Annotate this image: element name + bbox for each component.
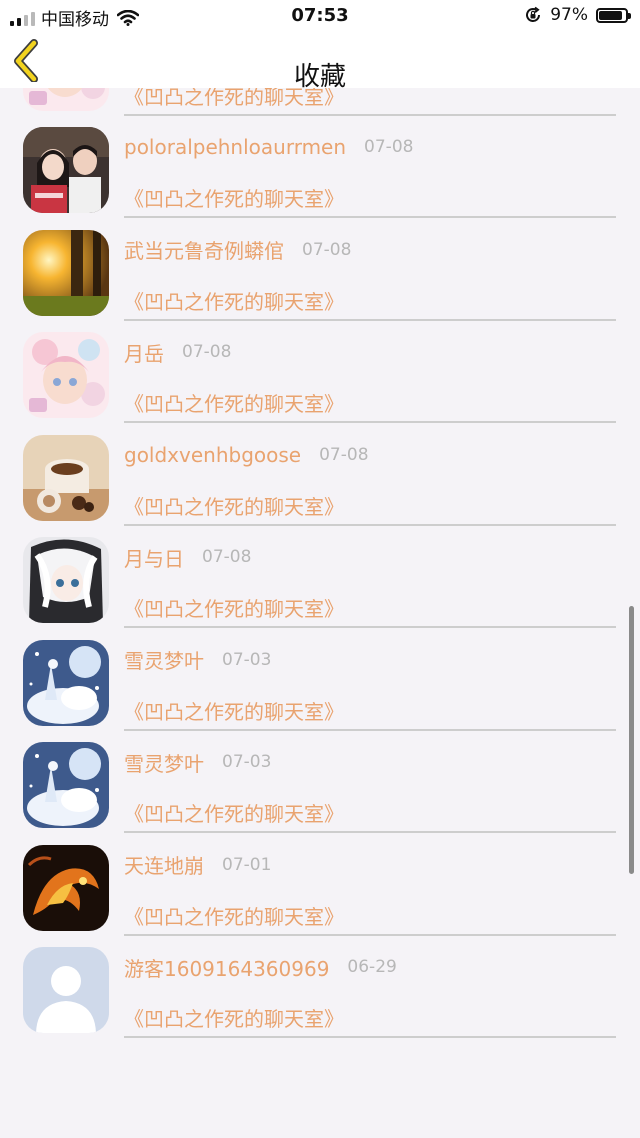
avatar[interactable] <box>23 537 109 623</box>
favorite-date: 07-08 <box>182 342 232 362</box>
favorite-date: 06-29 <box>347 957 397 977</box>
avatar[interactable] <box>23 229 109 316</box>
chat-room-link[interactable]: 《凹凸之作死的聊天室》 <box>124 696 344 725</box>
avatar[interactable] <box>23 639 109 726</box>
favorite-row[interactable]: 游客1609164360969 06-29 《凹凸之作死的聊天室》 <box>0 935 640 1038</box>
scrollbar[interactable] <box>629 606 634 874</box>
favorite-row[interactable]: 月岳 07-08 《凹凸之作死的聊天室》 <box>0 320 640 423</box>
user-nickname: 月与日 <box>124 546 184 571</box>
page-title: 收藏 <box>293 62 346 92</box>
user-nickname: 武当元鲁奇例蟒倌 <box>124 239 284 263</box>
favorite-row[interactable]: 雪灵梦叶 07-03 《凹凸之作死的聊天室》 <box>0 628 640 731</box>
chat-room-link[interactable]: 《凹凸之作死的聊天室》 <box>124 286 344 315</box>
favorite-date: 07-08 <box>202 547 252 567</box>
rotation-lock-icon <box>526 6 541 22</box>
favorite-row[interactable]: 天连地崩 07-01 《凹凸之作死的聊天室》 <box>0 833 640 936</box>
favorite-date: 07-03 <box>222 649 272 670</box>
avatar[interactable] <box>23 127 109 213</box>
status-bar: 中国移动 07:53 97% <box>0 0 640 32</box>
user-nickname: 雪灵梦叶 <box>124 649 204 673</box>
avatar[interactable] <box>23 844 109 931</box>
chat-room-link[interactable]: 《凹凸之作死的聊天室》 <box>124 798 344 827</box>
nav-bar: 收藏 <box>0 32 640 92</box>
user-nickname: goldxvenhbgoose <box>124 442 302 467</box>
chat-room-link[interactable]: 《凹凸之作死的聊天室》 <box>124 1003 344 1032</box>
user-nickname: 游客1609164360969 <box>124 956 330 981</box>
user-nickname: 天连地崩 <box>124 854 204 878</box>
chat-room-link[interactable]: 《凹凸之作死的聊天室》 <box>124 183 344 212</box>
avatar[interactable] <box>23 434 109 521</box>
chat-room-link[interactable]: 《凹凸之作死的聊天室》 <box>124 388 344 417</box>
favorite-row[interactable]: 武当元鲁奇例蟒倌 07-08 《凹凸之作死的聊天室》 <box>0 218 640 321</box>
favorite-date: 07-03 <box>222 752 272 772</box>
favorite-row[interactable]: 雪灵梦叶 07-03 《凹凸之作死的聊天室》 <box>0 730 640 833</box>
favorites-list[interactable]: 《凹凸之作死的聊天室》月岳07-08《凹凸之作死的聊天室》poloralpehn… <box>0 0 640 1138</box>
row-divider <box>124 1036 616 1038</box>
battery-percent: 97% <box>550 5 588 25</box>
favorite-row[interactable]: poloralpehnloaurrmen 07-08 《凹凸之作死的聊天室》 <box>0 115 640 218</box>
favorite-row[interactable]: goldxvenhbgoose 07-08 《凹凸之作死的聊天室》 <box>0 423 640 526</box>
chat-room-link[interactable]: 《凹凸之作死的聊天室》 <box>124 901 344 930</box>
avatar[interactable] <box>23 332 109 418</box>
user-nickname: 雪灵梦叶 <box>124 751 204 776</box>
favorite-date: 07-08 <box>302 239 352 260</box>
chat-room-link[interactable]: 《凹凸之作死的聊天室》 <box>124 593 344 622</box>
avatar[interactable] <box>23 742 109 828</box>
favorite-date: 07-08 <box>319 444 369 465</box>
favorite-date: 07-01 <box>222 854 272 875</box>
chat-room-link[interactable]: 《凹凸之作死的聊天室》 <box>124 491 344 520</box>
favorite-row[interactable]: 月与日 07-08 《凹凸之作死的聊天室》 <box>0 525 640 628</box>
user-nickname: poloralpehnloaurrmen <box>124 135 347 159</box>
favorite-date: 07-08 <box>364 137 414 157</box>
user-nickname: 月岳 <box>124 341 164 366</box>
avatar[interactable] <box>23 947 109 1033</box>
battery-icon <box>596 7 631 23</box>
